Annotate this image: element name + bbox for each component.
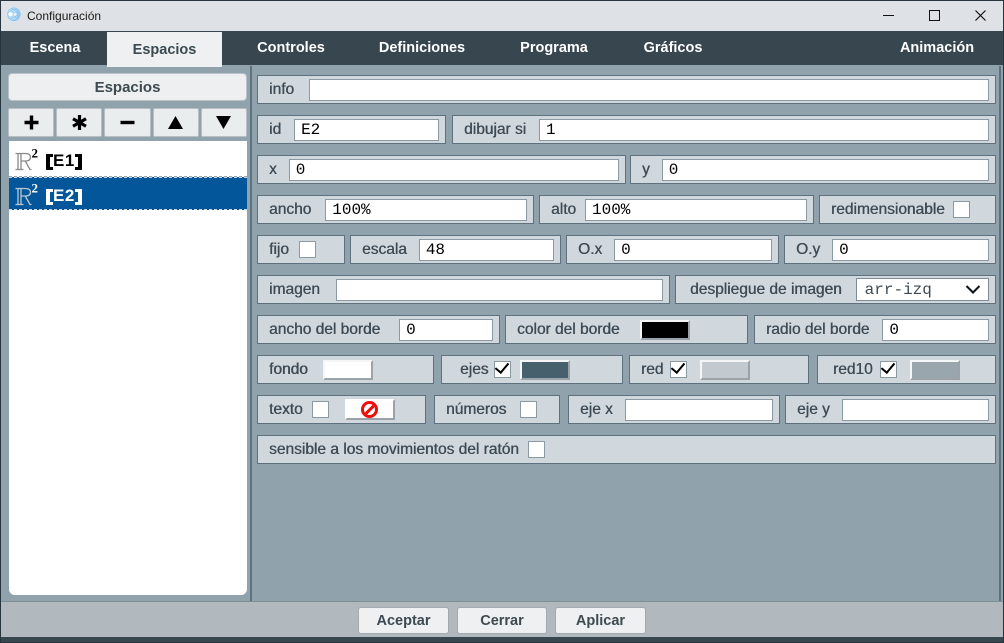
svg-text:2: 2 [32, 181, 39, 196]
svg-text:2: 2 [32, 146, 39, 161]
